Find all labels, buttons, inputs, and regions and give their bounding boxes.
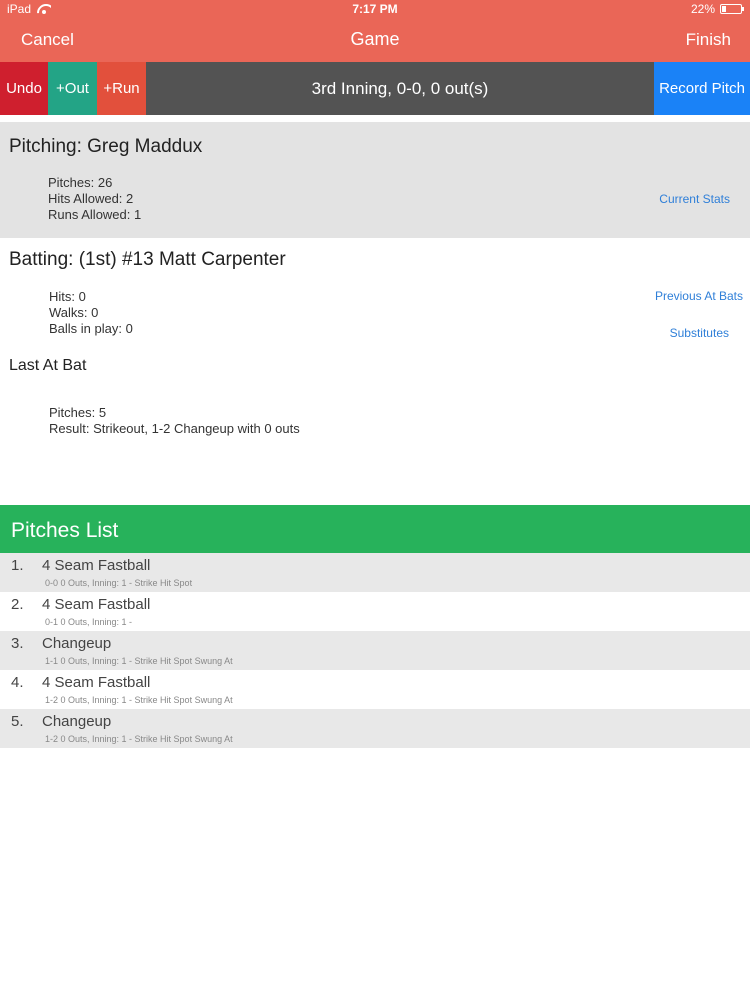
pitches-list-header: Pitches List [0,505,750,553]
list-item[interactable]: 5. Changeup 1-2 0 Outs, Inning: 1 - Stri… [0,709,750,748]
list-item[interactable]: 3. Changeup 1-1 0 Outs, Inning: 1 - Stri… [0,631,750,670]
list-item[interactable]: 2. 4 Seam Fastball 0-1 0 Outs, Inning: 1… [0,592,750,631]
pitch-detail: 1-2 0 Outs, Inning: 1 - Strike Hit Spot … [45,734,233,744]
status-bar: iPad 7:17 PM 22% [0,0,750,18]
batter-title: Batting: (1st) #13 Matt Carpenter [9,249,286,270]
pitch-detail: 1-2 0 Outs, Inning: 1 - Strike Hit Spot … [45,695,233,705]
clock: 7:17 PM [352,2,398,16]
last-at-bat-result: Result: Strikeout, 1-2 Changeup with 0 o… [49,421,300,436]
batter-balls-in-play: Balls in play: 0 [49,321,133,336]
undo-button[interactable]: Undo [0,62,48,115]
pitch-type: 4 Seam Fastball [42,674,151,691]
pitch-type: 4 Seam Fastball [42,596,151,613]
battery-icon [720,4,744,14]
pitch-number: 4. [11,674,24,691]
current-stats-link[interactable]: Current Stats [659,192,730,206]
pitch-type: Changeup [42,635,112,652]
previous-at-bats-link[interactable]: Previous At Bats [655,289,743,303]
page-title: Game [350,29,400,49]
substitutes-link[interactable]: Substitutes [670,326,729,340]
pitcher-title: Pitching: Greg Maddux [9,136,203,157]
runs-allowed: Runs Allowed: 1 [48,207,142,222]
finish-button[interactable]: Finish [686,30,731,50]
pitch-number: 5. [11,713,24,730]
pitch-number: 3. [11,635,24,652]
last-at-bat-pitches: Pitches: 5 [49,405,107,420]
pitches-list-title: Pitches List [11,519,119,542]
pitch-detail: 0-0 0 Outs, Inning: 1 - Strike Hit Spot [45,578,193,588]
pitch-count: Pitches: 26 [48,175,113,190]
action-toolbar: Undo +Out +Run 3rd Inning, 0-0, 0 out(s)… [0,62,750,115]
battery-fill [722,6,726,12]
pitch-detail: 1-1 0 Outs, Inning: 1 - Strike Hit Spot … [45,656,233,666]
add-run-button[interactable]: +Run [97,62,146,115]
list-item[interactable]: 1. 4 Seam Fastball 0-0 0 Outs, Inning: 1… [0,553,750,592]
pitch-detail: 0-1 0 Outs, Inning: 1 - [45,617,133,627]
pitch-type: 4 Seam Fastball [42,557,151,574]
pitch-type: Changeup [42,713,112,730]
list-item[interactable]: 4. 4 Seam Fastball 1-2 0 Outs, Inning: 1… [0,670,750,709]
pitch-number: 1. [11,557,24,574]
battery-percent: 22% [690,2,715,16]
batter-walks: Walks: 0 [49,305,99,320]
game-status: 3rd Inning, 0-0, 0 out(s) [311,78,489,98]
add-out-button[interactable]: +Out [48,62,97,115]
pitching-section: Pitching: Greg Maddux Pitches: 26 Hits A… [0,122,750,238]
record-pitch-button[interactable]: Record Pitch [654,62,750,115]
batter-hits: Hits: 0 [49,289,86,304]
hits-allowed: Hits Allowed: 2 [48,191,134,206]
last-at-bat-title: Last At Bat [9,357,87,374]
nav-bar: iPad 7:17 PM 22% Cancel Game Finish [0,0,750,62]
pitch-number: 2. [11,596,24,613]
